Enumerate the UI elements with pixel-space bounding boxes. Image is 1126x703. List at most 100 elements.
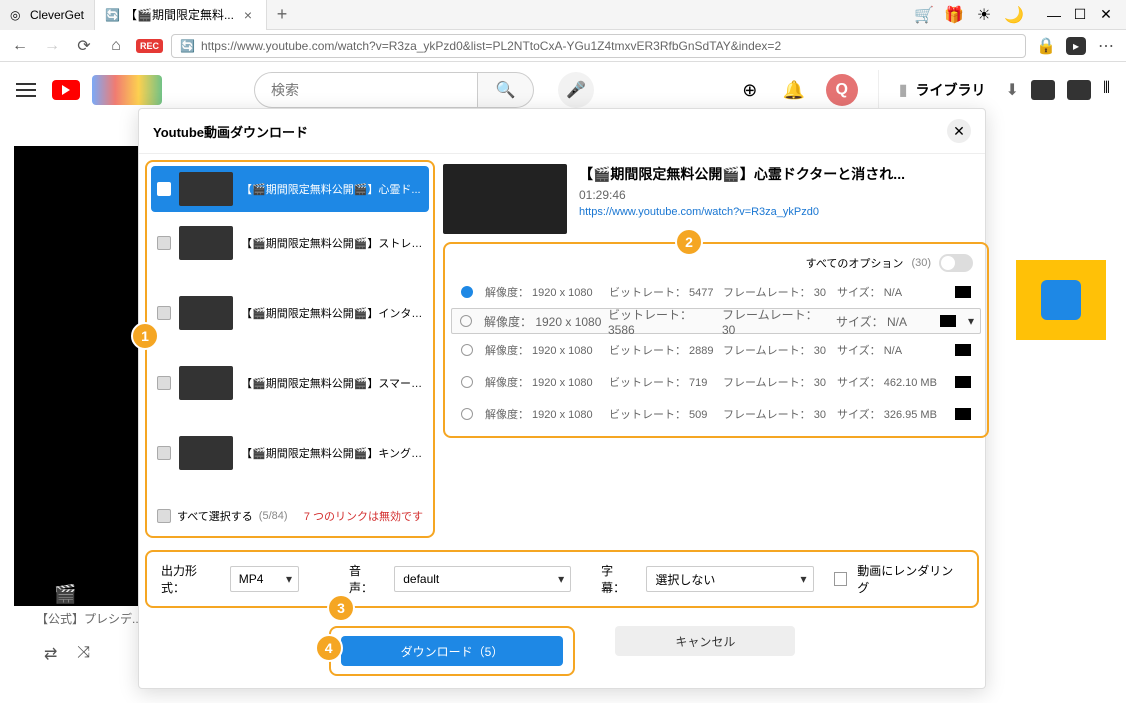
dialog-title: Youtube動画ダウンロード bbox=[153, 122, 308, 141]
audio-icon[interactable]: ⦀ bbox=[1103, 80, 1110, 100]
video-thumbnail bbox=[179, 172, 233, 206]
video-thumbnail bbox=[179, 226, 233, 260]
theme-sun-icon[interactable]: ☀ bbox=[974, 5, 994, 25]
format-row[interactable]: 解像度： 1920 x 1080ビットレート： 2889フレームレート： 30サ… bbox=[451, 334, 981, 366]
format-radio[interactable] bbox=[461, 408, 473, 420]
create-icon[interactable]: ⊕ bbox=[738, 78, 762, 102]
subtitle-select[interactable]: 選択しない bbox=[646, 566, 813, 592]
select-all-checkbox[interactable] bbox=[157, 509, 171, 523]
cart-icon[interactable]: 🛒 bbox=[914, 5, 934, 25]
preview-icon[interactable] bbox=[955, 408, 971, 420]
format-options-panel: 2 すべてのオプション (30) 解像度： 1920 x 1080ビットレート：… bbox=[443, 242, 989, 438]
search-input[interactable] bbox=[254, 72, 478, 108]
close-button[interactable]: ✕ bbox=[1094, 3, 1118, 27]
extension-icon[interactable]: ▸ bbox=[1066, 37, 1086, 55]
library-handle-icon[interactable]: ▮ bbox=[899, 80, 908, 100]
bitrate: ビットレート： 3586 bbox=[608, 306, 718, 337]
download-button[interactable]: ダウンロード（5） bbox=[341, 636, 564, 666]
format-row[interactable]: 解像度： 1920 x 1080ビットレート： 3586フレームレート： 30サ… bbox=[451, 308, 981, 334]
doodle bbox=[92, 75, 162, 105]
more-icon[interactable]: ⋯ bbox=[1094, 34, 1118, 58]
preview-icon[interactable] bbox=[955, 344, 971, 356]
video-checkbox[interactable] bbox=[157, 182, 171, 196]
video-list-item[interactable]: 【🎬期間限定無料公開🎬】ストレン... bbox=[151, 220, 429, 266]
back-button[interactable]: ← bbox=[8, 34, 32, 58]
shuffle-icon[interactable]: ⤨ bbox=[77, 644, 90, 664]
youtube-logo[interactable] bbox=[52, 80, 80, 100]
format-radio[interactable] bbox=[461, 376, 473, 388]
framerate: フレームレート： 30 bbox=[723, 284, 833, 300]
download-icon[interactable]: ⬇ bbox=[1006, 80, 1019, 100]
new-tab-button[interactable]: + bbox=[267, 0, 297, 30]
video-checkbox[interactable] bbox=[157, 446, 171, 460]
forward-button[interactable]: → bbox=[40, 34, 64, 58]
dialog-close-button[interactable]: ✕ bbox=[947, 119, 971, 143]
address-bar: ← → ⟳ ⌂ REC 🔄 https://www.youtube.com/wa… bbox=[0, 30, 1126, 62]
detail-thumbnail bbox=[443, 164, 567, 234]
url-input[interactable]: 🔄 https://www.youtube.com/watch?v=R3za_y… bbox=[171, 34, 1026, 58]
download-button-box: 4 ダウンロード（5） bbox=[329, 626, 576, 676]
preview-icon[interactable] bbox=[955, 286, 971, 298]
gift-icon[interactable]: 🎁 bbox=[944, 5, 964, 25]
format-row[interactable]: 解像度： 1920 x 1080ビットレート： 509フレームレート： 30サイ… bbox=[451, 398, 981, 430]
video-list-panel: 1 【🎬期間限定無料公開🎬】心霊ド...【🎬期間限定無料公開🎬】ストレン...【… bbox=[145, 160, 435, 538]
resolution: 解像度： 1920 x 1080 bbox=[485, 284, 605, 300]
format-select[interactable]: MP4 bbox=[230, 566, 299, 592]
format-radio[interactable] bbox=[461, 286, 473, 298]
notifications-icon[interactable]: 🔔 bbox=[782, 78, 806, 102]
video-list-item[interactable]: 【🎬期間限定無料公開🎬】インター... bbox=[151, 290, 429, 336]
size: サイズ： N/A bbox=[837, 284, 937, 300]
close-icon[interactable]: × bbox=[240, 7, 256, 23]
select-count: (5/84) bbox=[259, 510, 288, 522]
bg-title: 【🎬期間限 bbox=[36, 580, 142, 606]
size: サイズ： 462.10 MB bbox=[837, 374, 937, 390]
minimize-button[interactable]: — bbox=[1042, 3, 1066, 27]
maximize-button[interactable]: ☐ bbox=[1068, 3, 1092, 27]
render-checkbox[interactable] bbox=[834, 572, 848, 586]
size: サイズ： N/A bbox=[837, 342, 937, 358]
detail-url[interactable]: https://www.youtube.com/watch?v=R3za_ykP… bbox=[579, 206, 989, 218]
tab-label: 【🎬期間限定無料... bbox=[125, 6, 234, 23]
repeat-icon[interactable]: ⇄ bbox=[44, 644, 57, 664]
format-row[interactable]: 解像度： 1920 x 1080ビットレート： 719フレームレート： 30サイ… bbox=[451, 366, 981, 398]
callout-3: 3 bbox=[327, 594, 355, 622]
download-dialog: Youtube動画ダウンロード ✕ 1 【🎬期間限定無料公開🎬】心霊ド...【🎬… bbox=[138, 108, 986, 689]
preview-icon[interactable] bbox=[940, 315, 956, 327]
framerate: フレームレート： 30 bbox=[723, 342, 833, 358]
video-title: 【🎬期間限定無料公開🎬】インター... bbox=[241, 305, 423, 321]
page-icon: 🔄 bbox=[105, 8, 119, 22]
all-options-toggle[interactable] bbox=[939, 254, 973, 272]
video-checkbox[interactable] bbox=[157, 306, 171, 320]
preview-icon[interactable] bbox=[955, 376, 971, 388]
search-button[interactable]: 🔍 bbox=[478, 72, 534, 108]
format-radio[interactable] bbox=[460, 315, 472, 327]
framerate: フレームレート： 30 bbox=[723, 406, 833, 422]
format-radio[interactable] bbox=[461, 344, 473, 356]
lib-icon-2[interactable] bbox=[1067, 80, 1091, 100]
rec-badge[interactable]: REC bbox=[136, 39, 163, 53]
render-label: 動画にレンダリング bbox=[857, 562, 963, 596]
tab-cleverget[interactable]: ◎ CleverGet bbox=[0, 0, 95, 30]
video-list-item[interactable]: 【🎬期間限定無料公開🎬】キング・... bbox=[151, 430, 429, 476]
subtitle-label: 字幕： bbox=[601, 562, 636, 596]
menu-button[interactable] bbox=[16, 78, 40, 102]
audio-select[interactable]: default bbox=[394, 566, 571, 592]
avatar[interactable]: Q bbox=[826, 74, 858, 106]
cancel-button[interactable]: キャンセル bbox=[615, 626, 795, 656]
format-row[interactable]: 解像度： 1920 x 1080ビットレート： 5477フレームレート： 30サ… bbox=[451, 276, 981, 308]
video-list-item[interactable]: 【🎬期間限定無料公開🎬】スマート... bbox=[151, 360, 429, 406]
lib-icon-1[interactable] bbox=[1031, 80, 1055, 100]
tab-youtube[interactable]: 🔄 【🎬期間限定無料... × bbox=[95, 0, 267, 30]
video-checkbox[interactable] bbox=[157, 236, 171, 250]
detail-duration: 01:29:46 bbox=[579, 188, 989, 202]
video-checkbox[interactable] bbox=[157, 376, 171, 390]
home-button[interactable]: ⌂ bbox=[104, 34, 128, 58]
reload-button[interactable]: ⟳ bbox=[72, 34, 96, 58]
video-list-item[interactable]: 【🎬期間限定無料公開🎬】心霊ド... bbox=[151, 166, 429, 212]
lock-icon[interactable]: 🔒 bbox=[1034, 34, 1058, 58]
voice-search-button[interactable]: 🎤 bbox=[558, 72, 594, 108]
titlebar-right: 🛒 🎁 ☀ 🌙 — ☐ ✕ bbox=[914, 3, 1126, 27]
bg-title-area: 【🎬期間限 【公式】プレシデ... bbox=[36, 580, 142, 627]
resolution: 解像度： 1920 x 1080 bbox=[485, 342, 605, 358]
theme-moon-icon[interactable]: 🌙 bbox=[1004, 5, 1024, 25]
